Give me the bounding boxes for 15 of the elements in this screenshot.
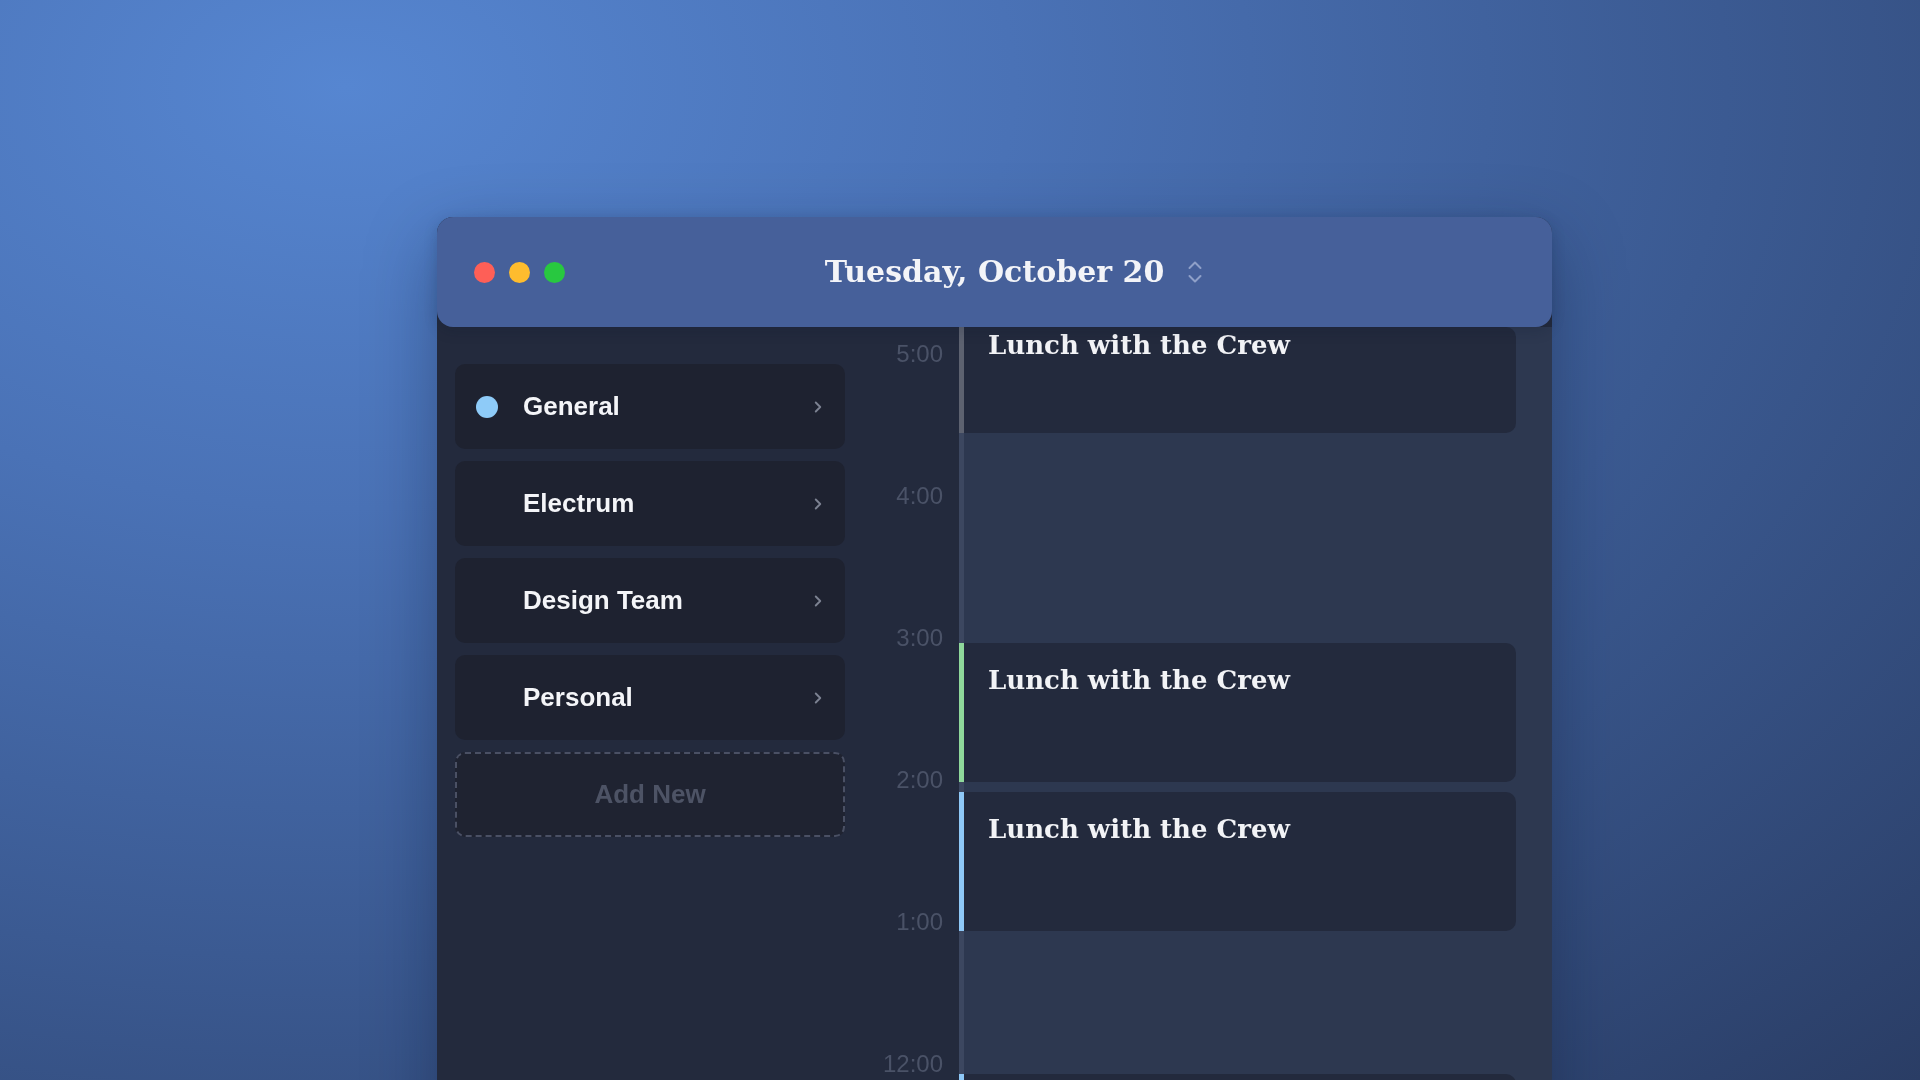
calendar-item[interactable]: Electrum <box>455 461 845 546</box>
maximize-button[interactable] <box>544 261 565 283</box>
calendar-item[interactable]: General <box>455 364 845 449</box>
event-card[interactable]: Lunch with the Crew <box>959 327 1516 433</box>
event-title: Lunch with the Crew <box>988 813 1290 845</box>
event-title: Lunch with the Crew <box>988 664 1290 696</box>
event-card[interactable]: Lunch with the Crew <box>959 643 1516 782</box>
minimize-button[interactable] <box>509 261 530 283</box>
date-title: Tuesday, October 20 <box>824 253 1165 291</box>
calendar-item[interactable]: Design Team <box>455 558 845 643</box>
event-card[interactable]: Lunch with the Crew <box>959 792 1516 931</box>
calendar-item[interactable]: Personal <box>455 655 845 740</box>
close-button[interactable] <box>474 261 495 283</box>
event-title: Lunch with the Crew <box>988 329 1290 361</box>
chevron-up-down-icon[interactable] <box>1188 260 1203 284</box>
